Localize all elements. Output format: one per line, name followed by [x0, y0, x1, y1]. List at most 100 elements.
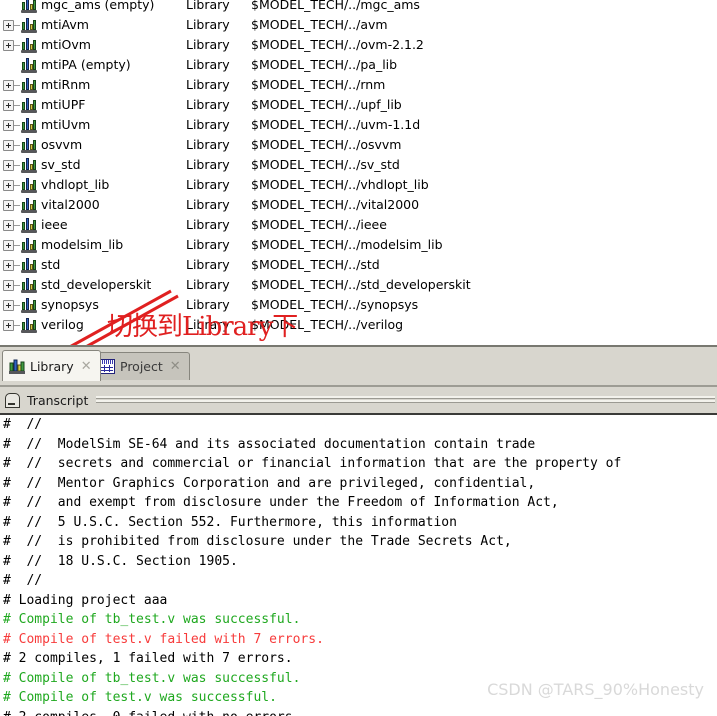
library-name: mtiAvm	[41, 17, 89, 32]
library-type: Library	[186, 297, 230, 312]
library-row[interactable]: mgc_ams (empty) Library $MODEL_TECH/../mgc…	[0, 0, 717, 15]
tree-connector	[14, 145, 20, 146]
library-row[interactable]: std Library $MODEL_TECH/../std	[0, 255, 717, 275]
tree-connector	[14, 205, 20, 206]
expand-icon[interactable]	[3, 160, 14, 171]
library-row[interactable]: sv_std Library $MODEL_TECH/../sv_std	[0, 155, 717, 175]
transcript-title: Transcript	[27, 392, 89, 408]
tree-connector	[14, 45, 20, 46]
transcript-line: # // and exempt from disclosure under th…	[3, 495, 559, 510]
expand-icon[interactable]	[3, 280, 14, 291]
library-type: Library	[186, 277, 230, 292]
library-row[interactable]: mtiAvm Library $MODEL_TECH/../avm	[0, 15, 717, 35]
transcript-output[interactable]: # // # // ModelSim SE-64 and its associat…	[0, 415, 717, 716]
library-row[interactable]: std_developerskit Library $MODEL_TECH/../s…	[0, 275, 717, 295]
library-type: Library	[186, 0, 230, 12]
library-path: $MODEL_TECH/../synopsys	[251, 297, 419, 312]
library-row[interactable]: synopsys Library $MODEL_TECH/../synopsys	[0, 295, 717, 315]
library-bars-icon	[21, 258, 37, 273]
library-type: Library	[186, 97, 230, 112]
library-tree-pane[interactable]: mgc_ams (empty) Library $MODEL_TECH/../mgc…	[0, 0, 717, 340]
library-path: $MODEL_TECH/../sv_std	[251, 157, 400, 172]
expand-icon[interactable]	[3, 120, 14, 131]
transcript-line: # // 5 U.S.C. Section 552. Furthermore, …	[3, 514, 457, 530]
library-bars-icon	[21, 158, 37, 173]
expand-icon[interactable]	[3, 100, 14, 111]
library-bars-icon	[21, 18, 37, 33]
expand-icon[interactable]	[3, 240, 14, 251]
expand-icon[interactable]	[3, 220, 14, 231]
transcript-line: # // ModelSim SE-64 and its associated d…	[3, 436, 536, 452]
library-path: $MODEL_TECH/../pa_lib	[251, 57, 398, 72]
tab-project-close-icon[interactable]: ✕	[170, 359, 181, 374]
library-path: $MODEL_TECH/../avm	[251, 17, 388, 32]
library-row[interactable]: mtiUvm Library $MODEL_TECH/../uvm-1.1d	[0, 115, 717, 135]
expand-icon[interactable]	[3, 300, 14, 311]
library-path: $MODEL_TECH/../upf_lib	[251, 97, 402, 112]
tab-library-close-icon[interactable]: ✕	[81, 359, 92, 374]
library-name: mtiUPF	[41, 97, 86, 112]
expand-icon[interactable]	[3, 20, 14, 31]
tree-connector	[14, 85, 20, 86]
library-row[interactable]: mtiUPF Library $MODEL_TECH/../upf_lib	[0, 95, 717, 115]
library-bars-icon	[21, 218, 37, 233]
tree-connector	[14, 165, 20, 166]
library-type: Library	[186, 197, 230, 212]
library-path: $MODEL_TECH/../rnm	[251, 77, 386, 92]
library-name: synopsys	[41, 297, 99, 312]
watermark: CSDN @TARS_90%Honesty	[487, 680, 704, 699]
tree-connector	[14, 185, 20, 186]
library-path: $MODEL_TECH/../vhdlopt_lib	[251, 177, 429, 192]
library-path: $MODEL_TECH/../std	[251, 257, 380, 272]
library-row[interactable]: mtiPA (empty) Library $MODEL_TECH/../pa_li…	[0, 55, 717, 75]
library-type: Library	[186, 317, 230, 332]
library-row[interactable]: mtiOvm Library $MODEL_TECH/../ovm-2.1.2	[0, 35, 717, 55]
library-row[interactable]: ieee Library $MODEL_TECH/../ieee	[0, 215, 717, 235]
library-row[interactable]: osvvm Library $MODEL_TECH/../osvvm	[0, 135, 717, 155]
library-bars-icon	[21, 138, 37, 153]
tab-project[interactable]: Project ✕	[92, 352, 190, 380]
library-bars-icon	[21, 58, 37, 73]
transcript-line: # 2 compiles, 0 failed with no errors.	[3, 708, 717, 716]
library-name: mgc_ams (empty)	[41, 0, 155, 12]
library-name: mtiUvm	[41, 117, 91, 132]
library-bars-icon	[21, 198, 37, 213]
library-bars-icon	[21, 78, 37, 93]
library-type: Library	[186, 57, 230, 72]
library-path: $MODEL_TECH/../std_developerskit	[251, 277, 471, 292]
expand-icon[interactable]	[3, 80, 14, 91]
library-path: $MODEL_TECH/../osvvm	[251, 137, 402, 152]
library-bars-icon	[21, 278, 37, 293]
expand-icon[interactable]	[3, 320, 14, 331]
expand-icon[interactable]	[3, 140, 14, 151]
tab-library[interactable]: Library ✕	[2, 350, 101, 381]
library-name: std_developerskit	[41, 277, 152, 292]
library-bars-icon	[21, 98, 37, 113]
library-path: $MODEL_TECH/../modelsim_lib	[251, 237, 443, 252]
expand-icon[interactable]	[3, 40, 14, 51]
library-name: mtiPA (empty)	[41, 57, 131, 72]
tree-connector	[14, 265, 20, 266]
library-type: Library	[186, 37, 230, 52]
library-row[interactable]: vhdlopt_lib Library $MODEL_TECH/../vhdlopt…	[0, 175, 717, 195]
library-row[interactable]: mtiRnm Library $MODEL_TECH/../rnm	[0, 75, 717, 95]
library-row[interactable]: modelsim_lib Library $MODEL_TECH/../models…	[0, 235, 717, 255]
library-name: ieee	[41, 217, 68, 232]
library-path: $MODEL_TECH/../vital2000	[251, 197, 420, 212]
tab-project-label: Project	[120, 359, 163, 374]
library-name: std	[41, 257, 61, 272]
expand-icon[interactable]	[3, 260, 14, 271]
library-name: vhdlopt_lib	[41, 177, 110, 192]
library-name: osvvm	[41, 137, 83, 152]
expand-icon[interactable]	[3, 200, 14, 211]
transcript-line: # Compile of test.v failed with 7 errors…	[3, 631, 324, 647]
library-row[interactable]: vital2000 Library $MODEL_TECH/../vital2000	[0, 195, 717, 215]
transcript-drag-grip[interactable]	[96, 394, 715, 406]
tree-connector	[14, 325, 20, 326]
expand-icon[interactable]	[3, 180, 14, 191]
library-bars-icon	[9, 359, 25, 374]
library-path: $MODEL_TECH/../verilog	[251, 317, 404, 332]
tree-connector	[14, 285, 20, 286]
library-path: $MODEL_TECH/../ieee	[251, 217, 387, 232]
library-row[interactable]: verilog Library $MODEL_TECH/../verilog	[0, 315, 717, 335]
